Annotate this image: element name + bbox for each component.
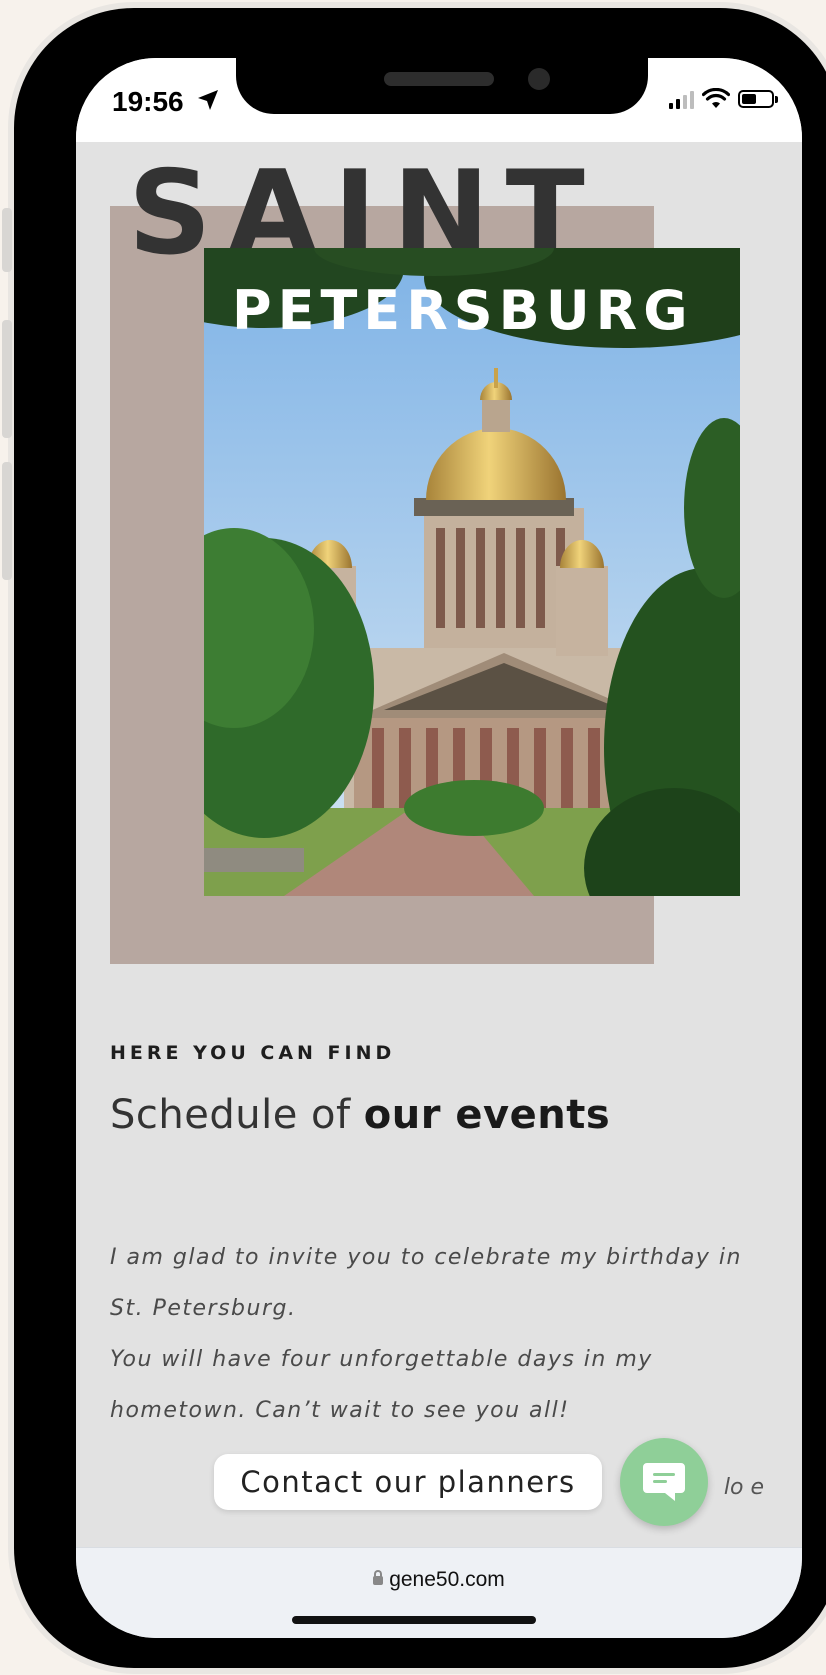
heading-bold-text: our events — [363, 1092, 611, 1138]
url-text: gene50.com — [389, 1568, 505, 1591]
volume-down-button — [2, 462, 12, 580]
screen: 19:56 SAINT PETERSBURG HERE YOU CAN FIND… — [76, 58, 802, 1638]
notch — [236, 58, 648, 114]
speaker — [384, 72, 494, 86]
chat-bubble-icon — [643, 1463, 685, 1501]
signal-icon — [669, 89, 694, 109]
status-icons — [669, 88, 778, 110]
url-display[interactable]: gene50.com — [76, 1568, 802, 1592]
section-kicker: HERE YOU CAN FIND — [110, 1042, 396, 1064]
invitation-paragraph: I am glad to invite you to celebrate my … — [110, 1232, 750, 1436]
chat-button[interactable] — [620, 1438, 708, 1526]
lock-icon — [373, 1570, 384, 1585]
page-content: SAINT PETERSBURG HERE YOU CAN FIND Sched… — [76, 142, 802, 1526]
status-time: 19:56 — [112, 86, 184, 117]
home-indicator[interactable] — [292, 1616, 536, 1624]
saint-isaacs-cathedral-photo — [204, 248, 740, 896]
volume-up-button — [2, 320, 12, 438]
hero-title-petersburg: PETERSBURG — [232, 279, 694, 342]
contact-planners-button[interactable]: Contact our planners — [214, 1454, 602, 1510]
phone-frame: 19:56 SAINT PETERSBURG HERE YOU CAN FIND… — [2, 8, 826, 1668]
paragraph-line-2: You will have four unforgettable days in… — [110, 1347, 653, 1423]
heading-light-text: Schedule of — [110, 1092, 351, 1138]
section-heading: Schedule of our events — [110, 1092, 610, 1138]
wifi-icon — [702, 88, 730, 108]
obscured-text: lo e — [723, 1475, 764, 1500]
hero-photo — [204, 248, 740, 896]
battery-icon — [738, 90, 778, 108]
paragraph-line-1: I am glad to invite you to celebrate my … — [110, 1245, 742, 1321]
location-arrow-icon — [198, 90, 218, 110]
mute-switch — [2, 208, 12, 272]
front-camera — [528, 68, 550, 90]
status-bar: 19:56 — [76, 58, 802, 142]
browser-address-bar[interactable]: gene50.com — [76, 1547, 802, 1638]
